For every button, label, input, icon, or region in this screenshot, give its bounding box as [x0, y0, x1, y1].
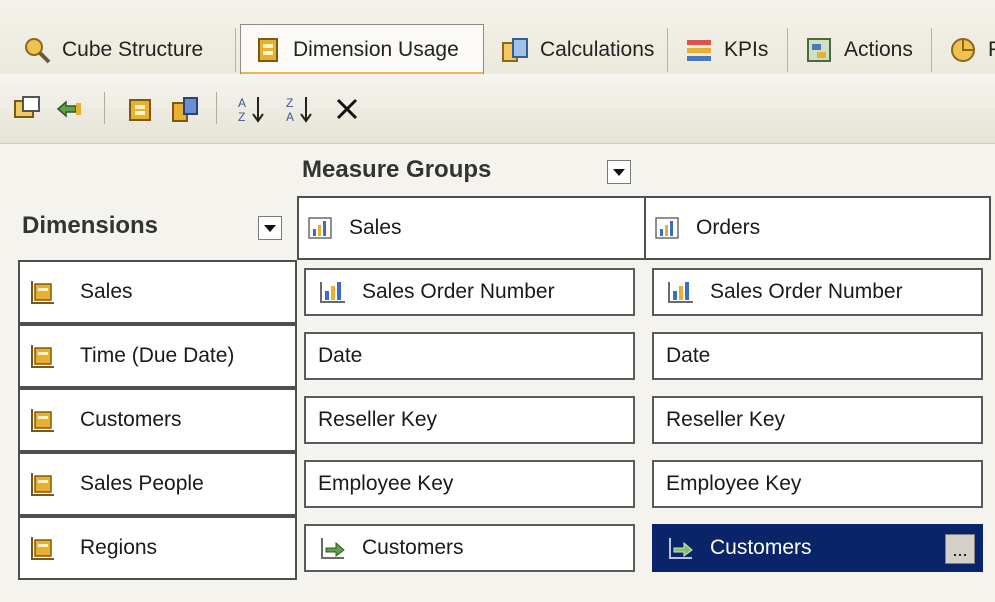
dimension-row-regions[interactable]: Regions [18, 516, 297, 580]
svg-text:Z: Z [286, 96, 293, 110]
show-all-dimensions-button[interactable] [124, 94, 158, 124]
dimension-icon [31, 473, 54, 496]
tab-partitions[interactable]: P [936, 28, 995, 72]
measure-groups-header: Measure Groups [302, 156, 492, 183]
measure-group-header-orders[interactable]: Orders [644, 196, 991, 260]
tab-calculations[interactable]: Calculations [488, 28, 668, 72]
measure-groups-filter-button[interactable] [607, 160, 631, 184]
dimension-row-sales-people[interactable]: Sales People [18, 452, 297, 516]
relationship-label: Sales Order Number [362, 280, 555, 303]
tab-cube-structure[interactable]: Cube Structure [10, 28, 236, 72]
dimension-row-sales[interactable]: Sales [18, 260, 297, 324]
relationship-cell-sales-people-sales[interactable]: Employee Key [304, 460, 635, 508]
toolbar-separator [104, 92, 105, 124]
show-all-measure-groups-button[interactable] [168, 94, 202, 124]
relationship-cell-time-orders[interactable]: Date [652, 332, 983, 380]
tab-dimension-usage[interactable]: Dimension Usage [240, 24, 484, 74]
sort-ascending-button[interactable]: A Z [234, 94, 268, 124]
dimension-label: Sales [80, 280, 133, 303]
relationship-label: Sales Order Number [710, 280, 903, 303]
dimension-label: Time (Due Date) [80, 344, 235, 367]
relationship-cell-time-sales[interactable]: Date [304, 332, 635, 380]
tab-label: Calculations [540, 38, 655, 61]
sort-descending-icon: Z A [286, 96, 312, 124]
dimension-row-customers[interactable]: Customers [18, 388, 297, 452]
define-relationship-icon [56, 100, 81, 118]
tab-actions[interactable]: Actions [792, 28, 932, 72]
dimension-icon [31, 409, 54, 432]
measure-group-label: Orders [696, 216, 761, 239]
svg-text:A: A [286, 110, 294, 124]
actions-icon [804, 35, 834, 65]
kpis-icon [684, 35, 714, 65]
measure-group-icon [655, 217, 679, 239]
calculations-icon [500, 35, 530, 65]
define-relationship-button[interactable] [52, 94, 86, 124]
relationship-label: Date [666, 344, 711, 367]
dimension-label: Customers [80, 408, 182, 431]
svg-text:Z: Z [238, 110, 245, 124]
dimension-label: Regions [80, 536, 158, 559]
relationship-cell-sales-people-orders[interactable]: Employee Key [652, 460, 983, 508]
relationship-cell-regions-orders[interactable]: Customers ... [652, 524, 983, 572]
tab-label: KPIs [724, 38, 769, 61]
measure-group-label: Sales [349, 216, 402, 239]
dimensions-header: Dimensions [22, 212, 159, 239]
tab-label: Cube Structure [62, 38, 204, 61]
add-cube-dimension-icon [14, 96, 40, 118]
relationship-cell-regions-sales[interactable]: Customers [304, 524, 635, 572]
relationship-label: Customers [710, 536, 812, 559]
tab-kpis[interactable]: KPIs [672, 28, 788, 72]
designer-tab-strip: Cube Structure Dimension Usage Calculati… [0, 0, 995, 80]
dimension-label: Sales People [80, 472, 204, 495]
referenced-relationship-icon [669, 538, 693, 559]
relationship-label: Reseller Key [666, 408, 786, 431]
tab-label: Actions [844, 38, 913, 61]
dimension-usage-icon [253, 35, 283, 65]
add-cube-dimension-button[interactable] [10, 94, 44, 124]
dimension-icon [31, 281, 54, 304]
cube-structure-icon [22, 35, 52, 65]
sort-ascending-icon: A Z [238, 96, 264, 124]
relationship-cell-customers-orders[interactable]: Reseller Key [652, 396, 983, 444]
dimension-icon [31, 537, 54, 560]
sort-descending-button[interactable]: Z A [282, 94, 316, 124]
tab-label: Dimension Usage [293, 37, 459, 61]
fact-relationship-icon [320, 282, 345, 303]
delete-icon [336, 98, 358, 120]
relationship-cell-customers-sales[interactable]: Reseller Key [304, 396, 635, 444]
edit-relationship-button[interactable]: ... [945, 534, 975, 564]
relationship-cell-sales-sales[interactable]: Sales Order Number [304, 268, 635, 316]
svg-text:A: A [238, 96, 246, 110]
toolbar-separator [216, 92, 217, 124]
relationship-label: Date [318, 344, 363, 367]
relationship-label: Employee Key [666, 472, 802, 495]
show-all-dimensions-icon [129, 99, 151, 121]
relationship-label: Employee Key [318, 472, 454, 495]
dimension-icon [31, 345, 54, 368]
relationship-label: Reseller Key [318, 408, 438, 431]
relationship-label: Customers [362, 536, 464, 559]
tab-label: P [988, 38, 995, 62]
partitions-icon [948, 35, 978, 65]
measure-group-header-sales[interactable]: Sales [297, 196, 646, 260]
dimensions-filter-button[interactable] [258, 216, 282, 240]
show-all-measure-groups-icon [172, 97, 198, 122]
relationship-cell-sales-orders[interactable]: Sales Order Number [652, 268, 983, 316]
delete-button[interactable] [330, 94, 364, 124]
measure-group-icon [308, 217, 332, 239]
referenced-relationship-icon [321, 538, 345, 559]
dimension-row-time-due-date[interactable]: Time (Due Date) [18, 324, 297, 388]
fact-relationship-icon [668, 282, 693, 303]
